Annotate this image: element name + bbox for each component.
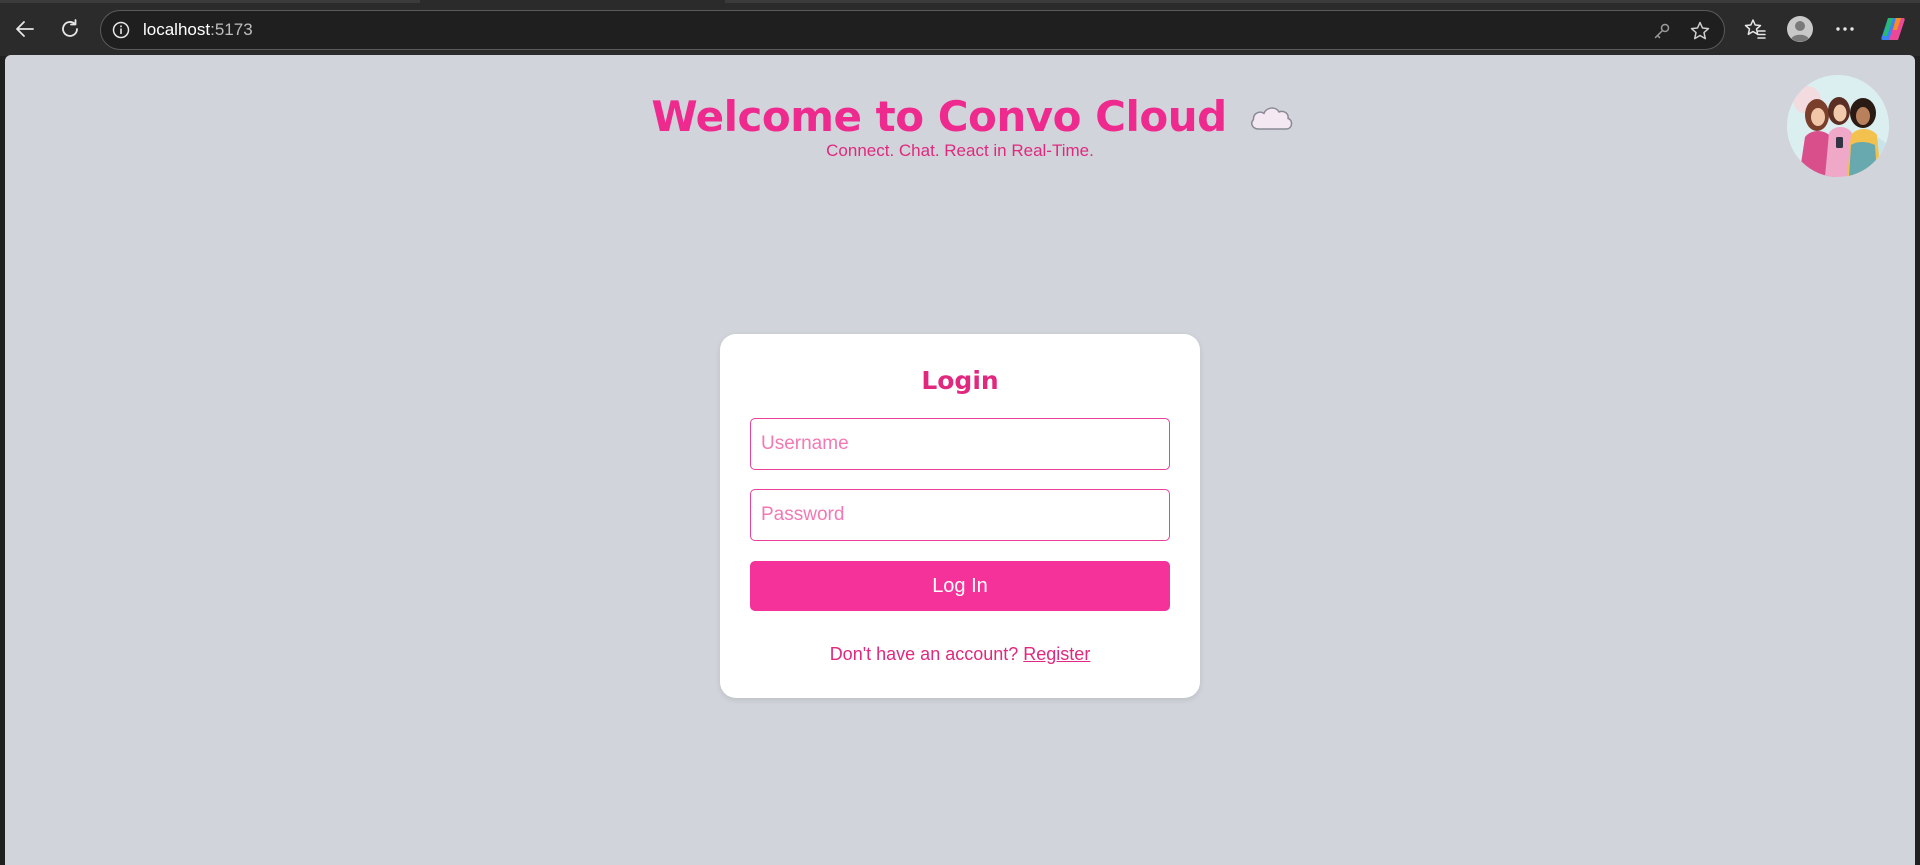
key-icon[interactable] [1651, 20, 1673, 42]
copilot-icon [1881, 18, 1905, 40]
register-link[interactable]: Register [1023, 644, 1090, 664]
avatar-image [1787, 75, 1889, 177]
address-port: :5173 [210, 20, 253, 39]
login-title: Login [921, 366, 999, 395]
profile-button[interactable] [1783, 12, 1817, 46]
hero-header: Welcome to Convo Cloud Connect. Chat. Re… [5, 92, 1915, 161]
info-icon[interactable] [111, 20, 131, 40]
address-host: localhost [143, 20, 211, 39]
login-card: Login Log In Don't have an account? Regi… [720, 334, 1200, 698]
password-input[interactable] [750, 489, 1170, 541]
username-input[interactable] [750, 418, 1170, 470]
cloud-icon [1250, 107, 1292, 130]
address-url[interactable]: localhost:5173 [143, 20, 253, 40]
refresh-button[interactable] [53, 12, 87, 46]
browser-toolbar: localhost:5173 [0, 0, 1920, 56]
favorites-icon [1744, 19, 1766, 39]
address-bar[interactable]: localhost:5173 [100, 10, 1725, 50]
back-button[interactable] [8, 12, 42, 46]
avatar[interactable] [1787, 75, 1889, 177]
page-subtitle: Connect. Chat. React in Real-Time. [826, 141, 1094, 161]
page-viewport: Welcome to Convo Cloud Connect. Chat. Re… [5, 55, 1915, 865]
star-icon[interactable] [1689, 20, 1711, 42]
login-button[interactable]: Log In [750, 561, 1170, 611]
tab-strip-edge [0, 0, 420, 3]
favorites-button[interactable] [1738, 12, 1772, 46]
more-icon [1836, 27, 1854, 31]
tab-strip-edge [725, 0, 1920, 3]
copilot-button[interactable] [1876, 12, 1910, 46]
more-button[interactable] [1828, 12, 1862, 46]
refresh-icon [62, 19, 78, 37]
arrow-left-icon [16, 21, 34, 37]
page-title: Welcome to Convo Cloud [651, 92, 1227, 141]
profile-icon [1787, 16, 1813, 42]
register-prompt: Don't have an account? [829, 644, 1019, 664]
hero-title-row: Welcome to Convo Cloud [651, 92, 1294, 141]
register-row: Don't have an account? Register [720, 644, 1200, 665]
